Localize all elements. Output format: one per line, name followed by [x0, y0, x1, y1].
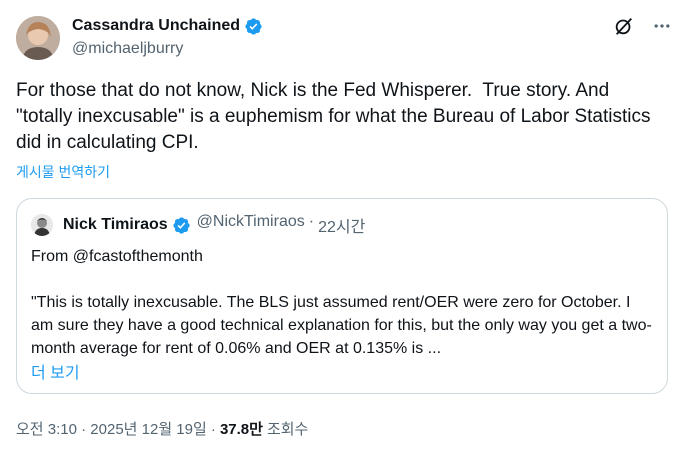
- tweet-timestamp[interactable]: 오전 3:10 · 2025년 12월 19일 ·: [16, 418, 216, 439]
- tweet-footer: 오전 3:10 · 2025년 12월 19일 · 37.8만 조회수: [16, 418, 308, 439]
- quoted-tweet-time[interactable]: 22시간: [318, 213, 365, 237]
- quoted-tweet[interactable]: Nick Timiraos @NickTimiraos · 22시간 From …: [16, 198, 668, 394]
- quoted-tweet-text: From @fcastofthemonth "This is totally i…: [31, 248, 652, 357]
- quoted-tweet-meta: @NickTimiraos · 22시간: [197, 213, 366, 237]
- more-icon[interactable]: [650, 14, 674, 38]
- verified-badge-icon[interactable]: [172, 216, 191, 235]
- views-label: 조회수: [266, 421, 309, 438]
- tweet-actions: [612, 14, 674, 38]
- quoted-author-display-name[interactable]: Nick Timiraos: [63, 216, 168, 234]
- translate-post-link[interactable]: 게시물 번역하기: [16, 162, 110, 182]
- meta-separator: ·: [308, 213, 315, 230]
- tweet-header: Cassandra Unchained @michaeljburry: [16, 14, 674, 64]
- verified-badge-icon[interactable]: [244, 17, 263, 36]
- author-info: Cassandra Unchained @michaeljburry: [72, 16, 263, 59]
- quoted-tweet-header: Nick Timiraos @NickTimiraos · 22시간: [31, 213, 365, 237]
- show-more-link[interactable]: 더 보기: [31, 359, 80, 383]
- views-count: 37.8만: [219, 421, 263, 438]
- author-avatar[interactable]: [16, 16, 60, 60]
- quoted-author-avatar[interactable]: [31, 214, 53, 236]
- tweet-text: For those that do not know, Nick is the …: [16, 80, 656, 153]
- quoted-author-handle[interactable]: @NickTimiraos: [197, 213, 305, 237]
- author-handle[interactable]: @michaeljburry: [72, 39, 263, 59]
- author-display-name[interactable]: Cassandra Unchained: [72, 16, 240, 36]
- grok-icon[interactable]: [612, 14, 636, 38]
